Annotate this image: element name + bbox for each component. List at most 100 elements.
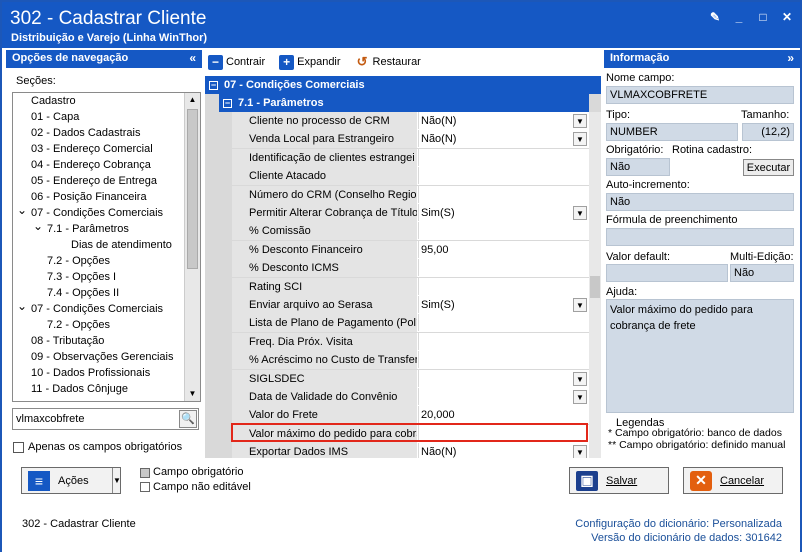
expand-panel-icon[interactable]: » <box>787 51 794 65</box>
edit-icon[interactable]: ✎ <box>708 10 722 24</box>
property-input[interactable] <box>419 259 589 278</box>
property-select[interactable]: Não(N) ▼ <box>419 112 589 130</box>
property-select[interactable]: ▼ <box>419 369 589 388</box>
property-input[interactable] <box>419 351 589 370</box>
tree-item[interactable]: 02 - Dados Cadastrais <box>13 125 200 141</box>
size-value: (12,2) <box>742 123 794 141</box>
property-select[interactable]: Não(N) ▼ <box>419 130 589 149</box>
tree-item[interactable]: 11 - Dados Cônjuge <box>13 381 200 397</box>
tree-item[interactable]: ⌄ 7.1 - Parâmetros <box>13 218 200 237</box>
subgroup-parameters[interactable]: −7.1 - Parâmetros <box>219 94 589 112</box>
tree-item[interactable]: 05 - Endereço de Entrega <box>13 173 200 189</box>
chevron-down-icon[interactable]: ▼ <box>573 114 587 128</box>
scroll-down-icon[interactable]: ▼ <box>185 387 200 401</box>
property-input[interactable]: 20,000 <box>419 406 589 425</box>
property-row[interactable]: Freq. Dia Próx. Visita <box>232 332 589 351</box>
property-select[interactable]: Sim(S) ▼ <box>419 296 589 314</box>
tree-item[interactable]: 10 - Dados Profissionais <box>13 365 200 381</box>
only-required-checkbox[interactable] <box>13 442 24 453</box>
property-row[interactable]: Lista de Plano de Pagamento (Polít <box>232 314 589 333</box>
expand-toggle-icon[interactable]: ⌄ <box>17 202 27 218</box>
tree-item[interactable]: 03 - Endereço Comercial <box>13 141 200 157</box>
property-row[interactable]: Permitir Alterar Cobrança de Título Sim(S… <box>232 204 589 222</box>
tree-item[interactable]: 09 - Observações Gerenciais <box>13 349 200 365</box>
sections-tree[interactable]: Cadastro 01 - Capa 02 - Dados Cadastrais 03… <box>12 92 201 402</box>
property-row[interactable]: % Acréscimo no Custo de Transfer <box>232 351 589 370</box>
grid-scrollbar[interactable] <box>589 112 601 458</box>
tree-item-label: 7.2 - Opções <box>47 255 110 267</box>
property-row[interactable]: % Comissão <box>232 222 589 241</box>
restore-icon: ↺ <box>354 54 370 70</box>
collapse-button[interactable]: − Contrair <box>208 54 265 70</box>
tree-item[interactable]: 7.2 - Opções <box>13 317 200 333</box>
property-row[interactable]: Identificação de clientes estrangei <box>232 148 589 167</box>
chevron-down-icon[interactable]: ▼ <box>573 206 587 220</box>
chevron-down-icon[interactable]: ▼ <box>573 371 587 386</box>
chevron-down-icon[interactable]: ▼ <box>573 445 587 458</box>
property-row[interactable]: % Desconto Financeiro 95,00 <box>232 240 589 259</box>
grid-scroll-thumb[interactable] <box>590 276 600 298</box>
expand-toggle-icon[interactable]: ⌄ <box>33 218 43 234</box>
property-select[interactable]: ▼ <box>419 388 589 406</box>
close-icon[interactable]: ✕ <box>780 10 794 24</box>
tree-item[interactable]: 01 - Capa <box>13 109 200 125</box>
property-row[interactable]: Enviar arquivo ao Serasa Sim(S) ▼ <box>232 296 589 314</box>
property-row[interactable]: Valor do Frete 20,000 <box>232 406 589 425</box>
tree-item[interactable]: 04 - Endereço Cobrança <box>13 157 200 173</box>
search-icon[interactable]: 🔍 <box>179 410 197 428</box>
property-select[interactable]: Não(N) ▼ <box>419 443 589 458</box>
property-row[interactable]: SIGLSDEC ▼ <box>232 369 589 388</box>
subgroup-label: 7.1 - Parâmetros <box>238 97 324 109</box>
tree-scrollbar[interactable]: ▲ ▼ <box>184 93 200 401</box>
property-value: Não(N) <box>421 133 457 146</box>
tree-item[interactable]: ⌄ 07 - Condições Comerciais <box>13 298 200 317</box>
property-input[interactable] <box>419 222 589 241</box>
property-input[interactable] <box>419 167 589 186</box>
scroll-thumb[interactable] <box>187 109 198 269</box>
property-row[interactable]: Cliente Atacado <box>232 167 589 186</box>
property-row[interactable]: Venda Local para Estrangeiro Não(N) ▼ <box>232 130 589 149</box>
property-row[interactable]: % Desconto ICMS <box>232 259 589 278</box>
tree-item[interactable]: Cadastro <box>13 93 200 109</box>
search-input[interactable]: vlmaxcobfrete 🔍 <box>12 408 199 430</box>
chevron-down-icon[interactable]: ▼ <box>573 132 587 147</box>
execute-button[interactable]: Executar <box>743 159 794 176</box>
cancel-button[interactable]: ✕ Cancelar <box>683 467 783 494</box>
tree-item[interactable]: 7.2 - Opções <box>13 253 200 269</box>
property-row[interactable]: Data de Validade do Convênio ▼ <box>232 388 589 406</box>
property-select[interactable]: Sim(S) ▼ <box>419 204 589 222</box>
property-row[interactable]: Número do CRM (Conselho Region <box>232 185 589 204</box>
property-input[interactable]: 95,00 <box>419 240 589 259</box>
expand-toggle-icon[interactable]: ⌄ <box>17 298 27 314</box>
property-row[interactable]: Exportar Dados IMS Não(N) ▼ <box>232 443 589 458</box>
collapse-panel-icon[interactable]: « <box>189 51 196 65</box>
window-title: 302 - Cadastrar Cliente <box>10 8 207 29</box>
tree-item[interactable]: 7.3 - Opções I <box>13 269 200 285</box>
minimize-icon[interactable]: _ <box>732 10 746 24</box>
property-input[interactable] <box>419 148 589 167</box>
tree-item[interactable]: 7.4 - Opções II <box>13 285 200 301</box>
actions-dropdown-icon[interactable]: ▼ <box>112 468 121 493</box>
collapse-group-icon[interactable]: − <box>209 80 218 90</box>
property-row[interactable]: Cliente no processo de CRM Não(N) ▼ <box>232 112 589 130</box>
tree-item-label: 09 - Observações Gerenciais <box>31 351 174 363</box>
tree-item[interactable]: 06 - Posição Financeira <box>13 189 200 205</box>
actions-button[interactable]: ≡ Ações ▼ <box>21 467 121 494</box>
property-input[interactable] <box>419 314 589 333</box>
expand-button[interactable]: + Expandir <box>279 54 341 70</box>
help-text: Valor máximo do pedido para cobrança de … <box>606 299 794 413</box>
tree-item[interactable]: Dias de atendimento <box>13 237 200 253</box>
property-row[interactable]: Rating SCI <box>232 277 589 296</box>
chevron-down-icon[interactable]: ▼ <box>573 390 587 404</box>
property-input[interactable] <box>419 185 589 204</box>
restore-button[interactable]: ↺ Restaurar <box>354 54 421 70</box>
tree-item[interactable]: 08 - Tributação <box>13 333 200 349</box>
chevron-down-icon[interactable]: ▼ <box>573 298 587 312</box>
collapse-subgroup-icon[interactable]: − <box>223 98 232 108</box>
property-input[interactable] <box>419 332 589 351</box>
scroll-up-icon[interactable]: ▲ <box>185 93 200 107</box>
property-input[interactable] <box>419 277 589 296</box>
save-button[interactable]: ▣ Salvar <box>569 467 669 494</box>
group-conditions[interactable]: −07 - Condições Comerciais <box>205 76 601 94</box>
maximize-icon[interactable]: □ <box>756 10 770 24</box>
